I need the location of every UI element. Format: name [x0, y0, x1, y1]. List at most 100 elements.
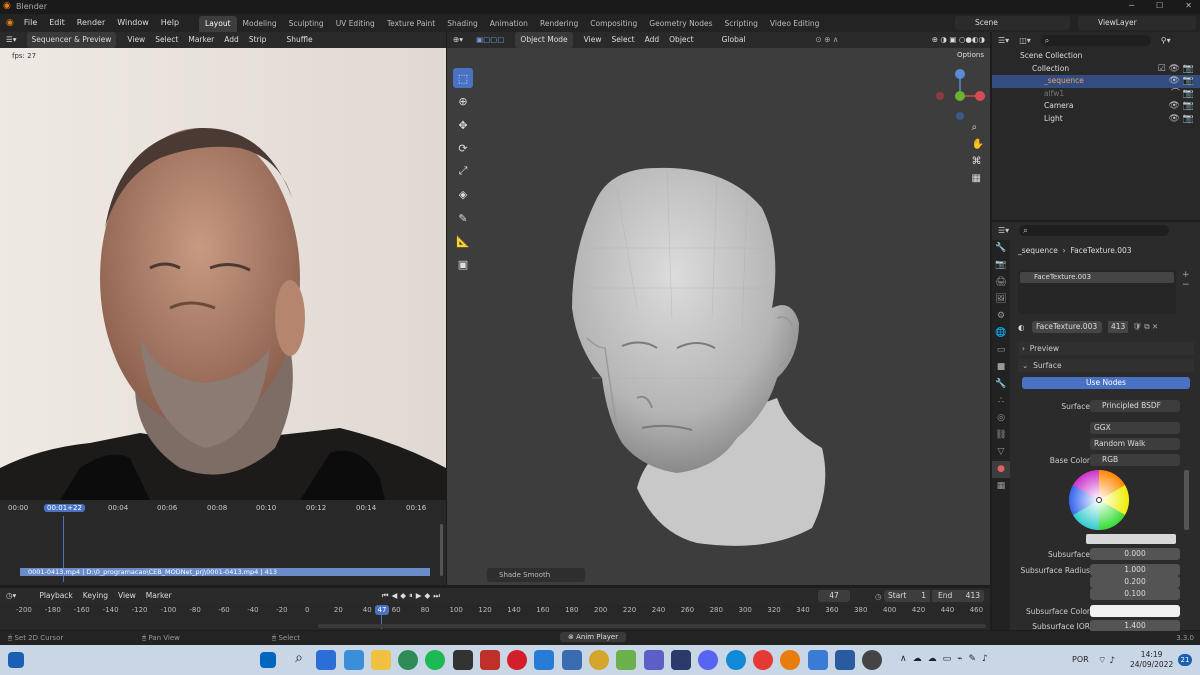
display-mode-icon[interactable]: ◫▾: [1019, 36, 1031, 45]
start-frame-field[interactable]: Start 1: [884, 590, 930, 602]
app-yellow-icon[interactable]: [589, 650, 609, 670]
slot-add-remove-icons[interactable]: + −: [1182, 270, 1190, 290]
vp-menu-add[interactable]: Add: [640, 32, 665, 48]
vp-menu-object[interactable]: Object: [664, 32, 698, 48]
transform-tool-icon[interactable]: ◈: [453, 184, 473, 204]
seq-menu-strip[interactable]: Strip: [244, 32, 272, 48]
object-tab-icon[interactable]: ■: [992, 359, 1010, 376]
app-terminal-icon[interactable]: [453, 650, 473, 670]
sequencer-mode-dropdown[interactable]: Sequencer & Preview: [26, 32, 117, 48]
menu-window[interactable]: Window: [111, 14, 155, 32]
particles-tab-icon[interactable]: ∴: [992, 393, 1010, 410]
tab-uv-editing[interactable]: UV Editing: [330, 16, 381, 32]
shuffle-dropdown[interactable]: Shuffle: [281, 32, 317, 48]
app-green-icon[interactable]: [616, 650, 636, 670]
app-notepad-icon[interactable]: [808, 650, 828, 670]
select-mode-icons[interactable]: ▣▢▢▢: [471, 32, 509, 48]
system-tray-icons[interactable]: ∧☁☁▭⌁✎♪: [900, 654, 994, 664]
menu-file[interactable]: File: [18, 14, 43, 32]
tab-video-editing[interactable]: Video Editing: [764, 16, 826, 32]
teams-icon[interactable]: [644, 650, 664, 670]
timeline-body[interactable]: -200 -180 -160 -140 -120 -100 -80 -60 -40 -20 0 20 4…: [0, 604, 990, 630]
sequencer-timeline[interactable]: 00:00 00:01+22 00:04 00:06 00:08 00:10 0…: [0, 500, 446, 585]
app-network-icon[interactable]: [562, 650, 582, 670]
navigation-gizmo[interactable]: [932, 68, 988, 124]
tab-geometry-nodes[interactable]: Geometry Nodes: [643, 16, 718, 32]
app-todo-icon[interactable]: [316, 650, 336, 670]
zoom-icon[interactable]: ⌕: [972, 122, 984, 133]
timeline-menu-keying[interactable]: Keying: [78, 588, 113, 604]
obs-icon[interactable]: [862, 650, 882, 670]
timeline-scrollbar[interactable]: [318, 624, 986, 628]
app-red-icon[interactable]: [480, 650, 500, 670]
world-tab-icon[interactable]: 🌐: [992, 325, 1010, 342]
scale-tool-icon[interactable]: ⤢: [453, 161, 473, 181]
app-xbox-icon[interactable]: [398, 650, 418, 670]
view-layer-tab-icon[interactable]: 🖼: [992, 291, 1010, 308]
subsurface-radius-y[interactable]: 0.200: [1090, 576, 1180, 588]
material-tab-icon[interactable]: ●: [992, 461, 1010, 478]
annotate-tool-icon[interactable]: ✎: [453, 208, 473, 228]
physics-tab-icon[interactable]: ◎: [992, 410, 1010, 427]
tab-sculpting[interactable]: Sculpting: [283, 16, 330, 32]
chrome-icon[interactable]: [753, 650, 773, 670]
outliner-item-light[interactable]: Light 👁 📷: [992, 113, 1200, 126]
material-slot-item[interactable]: FaceTexture.003: [1020, 272, 1174, 283]
outliner-item-sequence[interactable]: _sequence 👁 📷: [992, 75, 1200, 88]
base-color-field[interactable]: RGB: [1090, 454, 1180, 466]
outliner-scene-collection[interactable]: Scene Collection: [992, 50, 1200, 63]
outliner-item-alfw1[interactable]: alfw1 ⌒ 📷: [992, 88, 1200, 101]
app-vs-icon[interactable]: [671, 650, 691, 670]
snapping-icons[interactable]: ⊙ ⊕ ∧: [811, 32, 844, 48]
spotify-icon[interactable]: [425, 650, 445, 670]
language-indicator[interactable]: POR: [1072, 655, 1089, 664]
menu-edit[interactable]: Edit: [43, 14, 71, 32]
maximize-button[interactable]: ☐: [1156, 1, 1163, 10]
subsurface-method-dropdown[interactable]: Random Walk: [1090, 438, 1180, 450]
vp-menu-view[interactable]: View: [579, 32, 607, 48]
tab-modeling[interactable]: Modeling: [237, 16, 283, 32]
viewport-editor-type-icon[interactable]: ⊕▾: [447, 32, 471, 48]
wifi-volume-icons[interactable]: ⌔ ♪: [1098, 655, 1115, 666]
menu-help[interactable]: Help: [155, 14, 185, 32]
subsurface-radius-z[interactable]: 0.100: [1090, 588, 1180, 600]
timeline-menu-view[interactable]: View: [113, 588, 141, 604]
playback-controls[interactable]: ⏮◀◆⏸▶◆⏭: [377, 588, 448, 604]
tab-shading[interactable]: Shading: [441, 16, 483, 32]
anim-player-notice[interactable]: ⊗ Anim Player: [560, 632, 627, 642]
file-explorer-icon[interactable]: [371, 650, 391, 670]
current-frame-field[interactable]: 47: [818, 590, 850, 602]
use-nodes-button[interactable]: Use Nodes: [1022, 377, 1190, 389]
timeline-editor-type-icon[interactable]: ◷▾: [0, 588, 26, 604]
rotate-tool-icon[interactable]: ⟳: [453, 138, 473, 158]
edge-icon[interactable]: [726, 650, 746, 670]
shading-mode-icons[interactable]: ⊕ ◑ ▣ ○●◐◑: [927, 32, 990, 48]
viewport-3d[interactable]: Shade Smooth Options ⌕ ✋ ⌘ ▦: [447, 48, 990, 585]
move-tool-icon[interactable]: ✥: [453, 115, 473, 135]
tab-layout[interactable]: Layout: [199, 15, 237, 32]
outliner-search[interactable]: ⌕: [1040, 34, 1151, 46]
properties-scrollbar[interactable]: [1184, 470, 1189, 530]
object-mode-dropdown[interactable]: Object Mode: [515, 32, 573, 48]
shade-smooth-panel[interactable]: Shade Smooth: [487, 568, 585, 582]
select-box-tool-icon[interactable]: ⬚: [453, 68, 473, 88]
outliner-editor-type-icon[interactable]: ☰▾: [998, 36, 1009, 45]
material-users-count[interactable]: 413: [1108, 321, 1129, 333]
app-mail-icon[interactable]: [344, 650, 364, 670]
scene-selector[interactable]: Scene: [955, 16, 1070, 30]
vscode-icon[interactable]: [534, 650, 554, 670]
opera-icon[interactable]: [507, 650, 527, 670]
orientation-dropdown[interactable]: Global: [717, 32, 751, 48]
seq-current-frame-indicator[interactable]: 00:01+22: [44, 504, 85, 512]
start-windows-icon[interactable]: [8, 652, 24, 668]
subsurface-radius-x[interactable]: 1.000: [1090, 564, 1180, 576]
perspective-grid-icon[interactable]: ▦: [972, 173, 984, 184]
tab-compositing[interactable]: Compositing: [584, 16, 643, 32]
surface-shader-field[interactable]: Principled BSDF: [1090, 400, 1180, 412]
measure-tool-icon[interactable]: 📐: [453, 231, 473, 251]
color-wheel[interactable]: [1068, 469, 1130, 531]
seq-menu-add[interactable]: Add: [219, 32, 244, 48]
cursor-tool-icon[interactable]: ⊕: [453, 91, 473, 111]
tab-rendering[interactable]: Rendering: [534, 16, 584, 32]
filter-icon[interactable]: ⚲▾: [1161, 36, 1171, 45]
